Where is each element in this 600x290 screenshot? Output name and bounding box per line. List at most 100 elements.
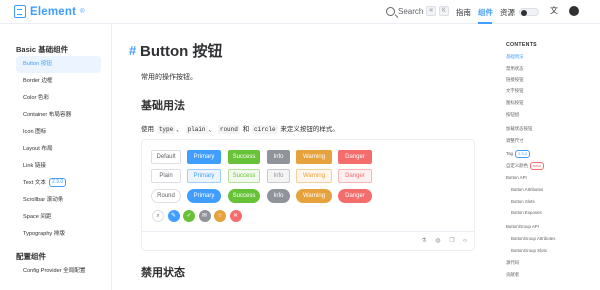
code-type: type — [156, 125, 176, 134]
toc-item-item[interactable]: 基础用法 — [506, 54, 524, 60]
search-button[interactable]: Search ⌘ K — [386, 6, 449, 16]
sidebar-item-config-provider[interactable]: Config Provider 全局配置 — [16, 263, 101, 280]
toc-item-item[interactable]: 链接按钮 — [506, 77, 524, 83]
round-primary-button[interactable]: Primary — [187, 189, 221, 203]
round-info-button[interactable]: Info — [267, 189, 290, 203]
info-button[interactable]: Info — [267, 150, 290, 164]
version-badge: 2.3.4 — [515, 150, 530, 158]
plain-primary-button[interactable]: Primary — [187, 169, 221, 183]
code-icon[interactable]: ‹› — [461, 237, 469, 245]
toc-title: CONTENTS — [506, 42, 537, 48]
round-success-button[interactable]: Success — [228, 189, 260, 203]
desc-sep: 、 — [208, 126, 216, 133]
logo-registered-mark: ® — [80, 8, 85, 15]
plain-success-button[interactable]: Success — [228, 169, 260, 183]
primary-button[interactable]: Primary — [187, 150, 221, 164]
sidebar-item-border[interactable]: Border 边框 — [16, 73, 101, 90]
toc-item-button-exposes[interactable]: Button Exposes — [511, 210, 542, 215]
circle-edit-button[interactable]: ✎ — [167, 210, 180, 222]
copy-icon[interactable]: ❐ — [448, 237, 456, 245]
edit-icon: ✎ — [170, 213, 177, 219]
sidebar-item-label: Button 按钮 — [23, 61, 52, 67]
github-icon[interactable]: ◍ — [434, 237, 442, 245]
logo-icon — [14, 5, 26, 18]
toc-item-label: 自定义颜色 — [506, 163, 528, 169]
toc-item-item[interactable]: 贡献者 — [506, 272, 519, 278]
toc-item-label: 按钮组 — [506, 112, 520, 117]
toc-item-item[interactable]: 源代码 — [506, 260, 519, 266]
playground-icon[interactable]: ⚗ — [420, 237, 428, 245]
sidebar-item-space[interactable]: Space 间距 — [16, 209, 101, 226]
circle-star-button[interactable]: ☆ — [214, 210, 226, 222]
round-round-button[interactable]: Round — [151, 189, 181, 203]
dark-mode-toggle[interactable] — [519, 8, 539, 16]
code-plain: plain — [185, 125, 208, 134]
toc-item-label: ButtonGroup Attributes — [511, 236, 556, 241]
toc-item-item[interactable]: 加载状态按钮 — [506, 126, 532, 132]
toc-item-label: 贡献者 — [506, 272, 520, 277]
plain-info-button[interactable]: Info — [267, 169, 290, 183]
toc-item-label: Button Attributes — [511, 187, 544, 192]
warning-button[interactable]: Warning — [296, 150, 332, 164]
sidebar-item-link[interactable]: Link 链接 — [16, 158, 101, 175]
toc-item-item[interactable]: 文字按钮 — [506, 88, 524, 94]
page-title: Button 按钮 — [140, 43, 223, 60]
toc-item-buttongroup-api[interactable]: ButtonGroup API — [506, 224, 539, 229]
toc-item-item[interactable]: 图标按钮 — [506, 100, 524, 106]
sidebar-item-label: Layout 布局 — [23, 146, 53, 152]
check-icon: ✓ — [186, 213, 192, 219]
circle-message-button[interactable]: ✉ — [198, 210, 211, 222]
sidebar-item-scrollbar[interactable]: Scrollbar 滚动条 — [16, 192, 101, 209]
toc-item-buttongroup-attributes[interactable]: ButtonGroup Attributes — [511, 236, 555, 241]
circle-delete-button[interactable]: ✕ — [229, 210, 242, 222]
danger-button[interactable]: Danger — [338, 150, 372, 164]
toc-item-tag[interactable]: Tag 2.3.4 — [506, 150, 530, 158]
sidebar-item-color[interactable]: Color 色彩 — [16, 90, 101, 107]
toc-item-item[interactable]: 禁用状态 — [506, 66, 524, 72]
sidebar-item-text[interactable]: Text 文本 2.3.0 — [16, 175, 101, 192]
toc-item-item[interactable]: 调整尺寸 — [506, 138, 524, 144]
sidebar-item-icon[interactable]: Icon 图标 — [16, 124, 101, 141]
toc-item-label: 图标按钮 — [506, 100, 524, 105]
toc-item-label: Tag — [506, 151, 514, 157]
round-warning-button[interactable]: Warning — [296, 189, 332, 203]
circle-check-button[interactable]: ✓ — [183, 210, 195, 222]
plain-warning-button[interactable]: Warning — [296, 169, 332, 183]
toc-item-label: 调整尺寸 — [506, 138, 524, 143]
nav-resources[interactable]: 资源 — [500, 7, 515, 18]
toc-item-buttongroup-slots[interactable]: ButtonGroup Slots — [511, 248, 547, 253]
shortcut-key-cmd: ⌘ — [426, 6, 436, 16]
nav-components[interactable]: 组件 — [478, 7, 493, 18]
plain-danger-button[interactable]: Danger — [338, 169, 372, 183]
sidebar-item-layout[interactable]: Layout 布局 — [16, 141, 101, 158]
translate-icon[interactable]: 文 — [549, 6, 559, 16]
success-button[interactable]: Success — [228, 150, 260, 164]
toc-item-button-attributes[interactable]: Button Attributes — [511, 187, 543, 192]
circle-search-button[interactable]: ⌕ — [152, 210, 164, 222]
toc-item-button-slots[interactable]: Button Slots — [511, 199, 535, 204]
desc-text: 和 — [242, 126, 250, 133]
section-description: 使用 type、 plain、 round 和 circle 来定义按钮的样式。 — [141, 123, 339, 134]
toc-item-item[interactable]: 自定义颜色 beta — [506, 162, 544, 170]
logo[interactable]: Element ® — [14, 5, 85, 18]
sidebar-item-typography[interactable]: Typography 排版 — [16, 226, 101, 243]
heading-anchor[interactable]: # — [129, 43, 136, 58]
sidebar-item-label: Space 间距 — [23, 214, 52, 220]
sidebar-item-button[interactable]: Button 按钮 — [16, 56, 101, 73]
default-button[interactable]: Default — [151, 150, 181, 164]
search-icon — [386, 6, 395, 16]
github-icon[interactable] — [569, 6, 579, 16]
plain-plain-button[interactable]: Plain — [151, 169, 181, 183]
toc-item-label: 基础用法 — [506, 54, 524, 59]
code-round: round — [217, 125, 240, 134]
toc-item-item[interactable]: 按钮组 — [506, 112, 519, 118]
sidebar-item-container[interactable]: Container 布局容器 — [16, 107, 101, 124]
toggle-knob — [521, 9, 527, 16]
toc-item-button-api[interactable]: Button API — [506, 175, 527, 180]
star-icon: ☆ — [217, 213, 223, 219]
round-danger-button[interactable]: Danger — [338, 189, 372, 203]
delete-icon: ✕ — [232, 213, 239, 219]
code-circle: circle — [252, 125, 278, 134]
nav-guide[interactable]: 指南 — [456, 7, 471, 18]
sidebar-item-label: Color 色彩 — [23, 95, 50, 101]
